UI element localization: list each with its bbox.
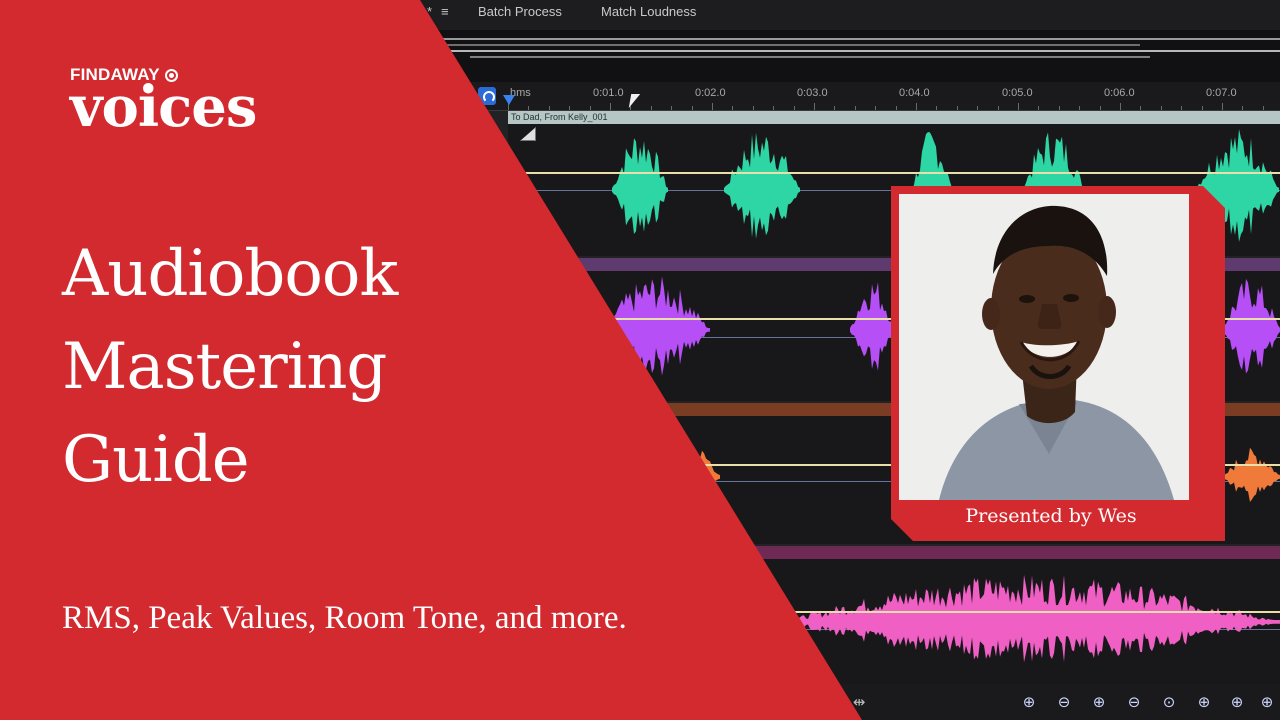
- zoom-in-right-icon[interactable]: ⊕: [1228, 693, 1246, 711]
- zoom-full-icon[interactable]: ⊙: [1160, 693, 1178, 711]
- zoom-out-time-icon[interactable]: ⊖: [1125, 693, 1143, 711]
- presenter-caption: Presented by Wes: [965, 505, 1137, 527]
- zoom-in-time-icon[interactable]: ⊕: [1090, 693, 1108, 711]
- waveform-burst: [612, 138, 668, 234]
- waveform-burst: [724, 132, 800, 239]
- title-line: Mastering: [62, 330, 387, 404]
- zoom-in-amplitude-icon[interactable]: ⊕: [1020, 693, 1038, 711]
- title-line: Guide: [62, 423, 250, 497]
- waveform-burst: [1224, 447, 1280, 502]
- waveform-burst: [850, 282, 894, 371]
- page-title: Audiobook Mastering Guide: [62, 228, 398, 507]
- title-line: Audiobook: [62, 237, 398, 311]
- findaway-voices-logo: FINDAWAY voices: [70, 66, 257, 140]
- thumbnail-stage: * ≡ Batch Process Match Loudness hms 0:0…: [0, 0, 1280, 720]
- brand-record-icon: [164, 68, 178, 82]
- volume-envelope[interactable]: [508, 172, 1280, 174]
- presenter-photo: [899, 194, 1189, 500]
- zoom-in-left-icon[interactable]: ⊕: [1195, 693, 1213, 711]
- brand-product: voices: [70, 74, 257, 140]
- zoom-selection-icon[interactable]: ⊕: [1258, 693, 1276, 711]
- zoom-out-amplitude-icon[interactable]: ⊖: [1055, 693, 1073, 711]
- waveform-burst: [780, 574, 1280, 663]
- waveform-burst: [1222, 278, 1280, 374]
- page-subtitle: RMS, Peak Values, Room Tone, and more.: [62, 600, 627, 636]
